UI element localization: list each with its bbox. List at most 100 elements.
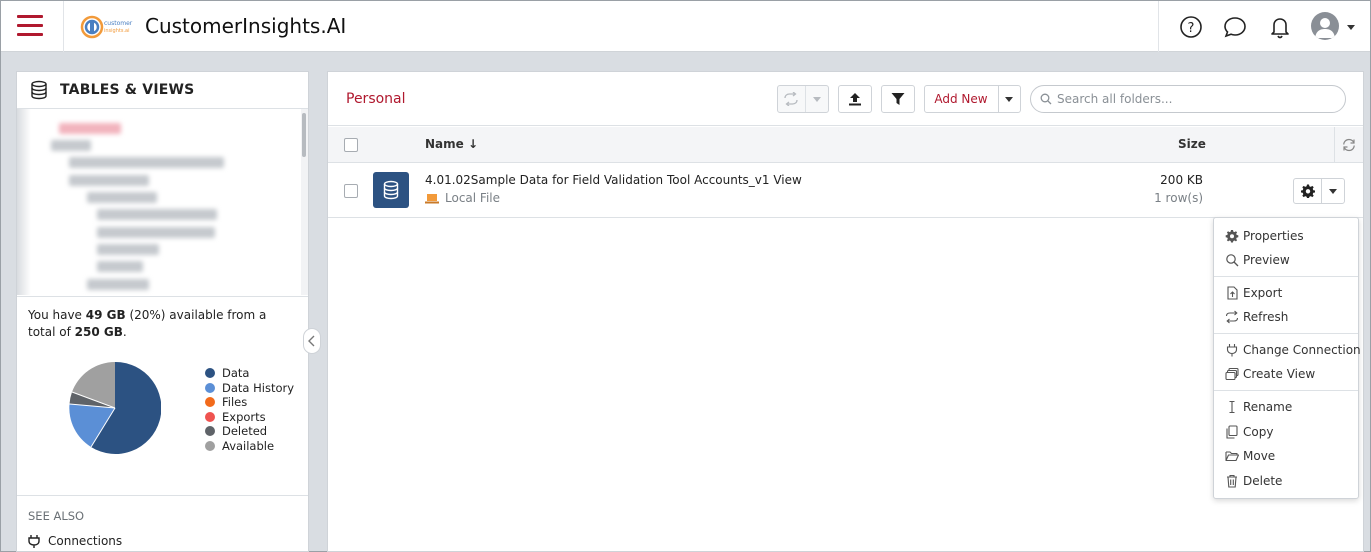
tree-row-blurred [51,140,91,151]
storage-summary: You have 49 GB (20%) available from a to… [17,296,308,341]
database-icon [383,180,399,200]
hamburger-menu-icon[interactable] [17,15,43,37]
main-panel: Personal Add New Search all folders... N… [327,71,1364,552]
trash-icon [1227,474,1237,488]
bell-icon[interactable] [1267,14,1293,40]
row-checkbox[interactable] [344,184,358,198]
see-also-section: SEE ALSO Connections [17,495,308,548]
legend-label: Data History [222,380,295,395]
tree-row-blurred [69,157,224,168]
menu-item-delete[interactable]: Delete [1214,470,1358,492]
app-title: CustomerInsights.AI [145,14,347,38]
menu-item-copy[interactable]: Copy [1214,421,1358,443]
menu-item-rename[interactable]: Rename [1214,396,1358,418]
tree-row-blurred [87,279,149,290]
copy-icon [1226,425,1238,439]
stack-icon [1225,367,1239,381]
chevron-down-icon [1329,189,1337,194]
search-input[interactable] [1057,91,1337,107]
menu-item-change-connection[interactable]: Change Connection [1214,339,1361,361]
see-also-label: SEE ALSO [28,509,85,523]
panel-header: TABLES & VIEWS [17,72,308,109]
connections-link[interactable]: Connections [28,534,122,548]
storage-text: . [122,325,127,339]
svg-text:?: ? [1188,21,1195,36]
menu-item-create-view[interactable]: Create View [1214,363,1358,385]
tree-row-blurred [97,227,215,238]
sync-split-button[interactable] [777,85,829,113]
legend-label: Exports [222,409,266,424]
connections-label: Connections [48,534,123,548]
legend-item-data: Data [205,366,294,381]
user-avatar[interactable] [1311,12,1339,40]
menu-item-label: Delete [1243,474,1283,488]
tree-row-blurred [97,261,143,272]
user-menu-caret-icon[interactable] [1347,25,1355,30]
row-context-menu: Properties Preview Export Refresh Change… [1213,217,1361,499]
select-all-checkbox[interactable] [344,138,358,152]
menu-item-move[interactable]: Move [1214,445,1358,467]
filter-button[interactable] [881,85,915,113]
tree-row-blurred [69,175,149,186]
menu-item-label: Create View [1243,367,1316,381]
menu-item-refresh[interactable]: Refresh [1214,306,1358,328]
gear-icon [1301,184,1315,198]
menu-item-label: Preview [1243,253,1290,267]
tree-row-blurred [59,123,121,134]
menu-item-label: Export [1243,286,1283,300]
gear-icon [1225,230,1239,243]
legend-dot [205,368,215,379]
collapse-panel-button[interactable] [303,328,321,354]
storage-text: You have [28,308,86,322]
column-header-name[interactable]: Name ↓ [425,137,478,151]
menu-item-label: Refresh [1243,310,1289,324]
chat-icon[interactable] [1222,14,1248,40]
main-toolbar: Personal Add New [328,72,1363,126]
chevron-left-icon [308,335,315,347]
refresh-icon [1225,310,1239,324]
menu-item-label: Move [1243,449,1276,463]
header-divider [1158,1,1159,52]
menu-separator [1214,333,1358,334]
upload-icon [849,93,861,106]
user-icon [1315,18,1335,38]
folder-tree-blurred[interactable] [17,109,308,295]
text-cursor-icon [1229,400,1235,414]
tree-row-blurred [97,209,217,220]
legend-dot [205,440,215,451]
row-settings-button[interactable] [1294,179,1321,203]
menu-item-preview[interactable]: Preview [1214,249,1358,271]
legend-label: Available [222,438,275,453]
menu-item-export[interactable]: Export [1214,282,1358,304]
upload-button[interactable] [838,85,872,113]
tables-views-panel: TABLES & VIEWS You have 49 GB (20%) avai… [16,71,309,552]
item-source: Local File [425,191,500,205]
tree-scrollbar-thumb[interactable] [302,113,306,157]
item-source-label: Local File [445,191,500,205]
table-row[interactable]: 4.01.02Sample Data for Field Validation … [328,164,1363,218]
tree-row-blurred [97,244,159,255]
row-actions-dropdown[interactable] [1322,179,1344,203]
row-actions-split-button [1293,178,1345,204]
column-header-size[interactable]: Size [1178,137,1206,151]
legend-dot [205,426,215,437]
help-icon[interactable]: ? [1178,14,1204,40]
view-type-icon [373,172,409,208]
menu-item-properties[interactable]: Properties [1214,225,1358,247]
chevron-down-icon [1005,97,1013,102]
add-new-button[interactable]: Add New [925,86,997,112]
menu-separator [1214,390,1358,391]
split-divider [805,86,806,112]
legend-item-deleted: Deleted [205,424,294,439]
add-new-dropdown[interactable] [999,86,1020,112]
legend-item-exports: Exports [205,410,294,425]
tree-row-blurred [87,192,157,203]
storage-legend: Data Data History Files Exports Deleted … [205,366,294,453]
legend-dot [205,382,215,393]
item-name-link[interactable]: 4.01.02Sample Data for Field Validation … [425,173,802,187]
filter-icon [891,93,905,105]
legend-label: Deleted [222,424,268,438]
refresh-list-button[interactable] [1334,127,1363,163]
storage-total: 250 GB [74,325,123,339]
sync-icon [784,92,798,106]
